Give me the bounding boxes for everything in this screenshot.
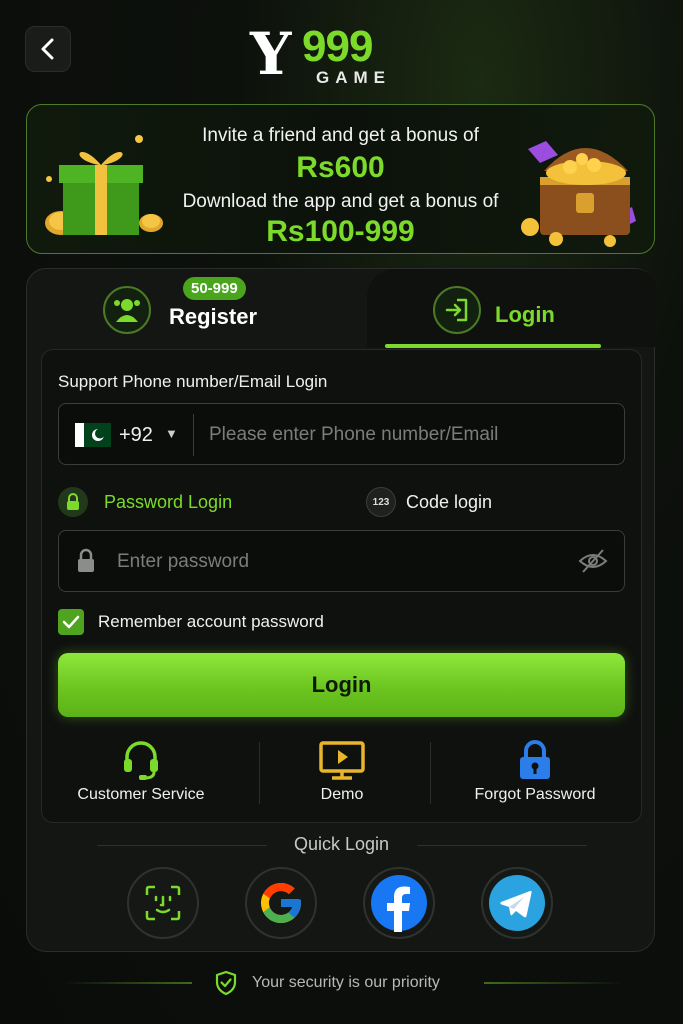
- shield-check-icon: [215, 970, 237, 996]
- lock-icon: [58, 487, 88, 517]
- register-bonus-badge: 50-999: [183, 277, 246, 300]
- logo-number: 999: [302, 22, 373, 71]
- chevron-left-icon: [41, 38, 54, 60]
- login-button[interactable]: Login: [58, 653, 625, 717]
- active-tab-indicator: [385, 344, 601, 348]
- password-input[interactable]: [117, 547, 557, 577]
- password-field: [58, 530, 625, 592]
- play-monitor-icon: [319, 741, 365, 780]
- telegram-login-button[interactable]: [481, 867, 553, 939]
- checkbox-checked[interactable]: [58, 609, 84, 635]
- facebook-icon: [371, 875, 427, 932]
- google-icon: [261, 883, 301, 923]
- lock-icon: [520, 740, 550, 779]
- google-login-button[interactable]: [245, 867, 317, 939]
- code-123-icon: 123: [366, 487, 396, 517]
- country-code[interactable]: +92: [119, 424, 153, 447]
- customer-service-button[interactable]: Customer Service: [46, 738, 236, 804]
- security-text: Your security is our priority: [252, 974, 440, 991]
- tab-login-label: Login: [495, 302, 555, 327]
- remember-label: Remember account password: [98, 612, 324, 631]
- divider: [430, 742, 431, 804]
- tab-login[interactable]: Login: [367, 269, 656, 347]
- facebook-login-button[interactable]: [363, 867, 435, 939]
- code-icon-text: 123: [372, 496, 390, 508]
- logo-y: Y: [250, 20, 291, 88]
- lock-icon: [78, 548, 94, 572]
- demo-button[interactable]: Demo: [247, 738, 437, 804]
- password-login-option[interactable]: Password Login: [58, 487, 232, 517]
- form-title: Support Phone number/Email Login: [58, 372, 328, 391]
- code-login-label: Code login: [406, 491, 493, 512]
- promo-banner[interactable]: Invite a friend and get a bonus of Rs600…: [26, 104, 655, 254]
- user-group-icon: [103, 286, 151, 334]
- tab-register-label: Register: [169, 304, 258, 329]
- telegram-icon: [489, 875, 545, 931]
- phone-email-input[interactable]: [209, 420, 609, 450]
- code-login-option[interactable]: 123 Code login: [366, 487, 492, 517]
- field-divider: [193, 414, 194, 456]
- check-icon: [62, 615, 80, 629]
- tab-register[interactable]: 50-999 Register: [27, 269, 367, 347]
- login-form: Support Phone number/Email Login +92 ▼ P…: [41, 349, 642, 823]
- customer-service-label: Customer Service: [77, 786, 205, 803]
- divider: [62, 982, 192, 984]
- auth-card: 50-999 Register Login Support Phone numb…: [26, 268, 656, 952]
- face-id-login-button[interactable]: [127, 867, 199, 939]
- logo-game: GAME: [316, 68, 391, 87]
- divider: [484, 982, 624, 984]
- phone-email-field: +92 ▼: [58, 403, 625, 465]
- security-footer: Your security is our priority: [0, 966, 683, 1000]
- forgot-password-button[interactable]: Forgot Password: [440, 738, 630, 804]
- face-id-icon: [145, 885, 181, 921]
- demo-label: Demo: [320, 786, 364, 803]
- pakistan-flag-icon[interactable]: [75, 423, 111, 447]
- divider: [417, 845, 587, 846]
- password-login-label: Password Login: [104, 491, 233, 512]
- back-button[interactable]: [25, 26, 71, 72]
- eye-off-icon[interactable]: [578, 547, 608, 575]
- remember-password-checkbox[interactable]: Remember account password: [58, 609, 324, 635]
- login-arrow-icon: [433, 286, 481, 334]
- treasure-chest-icon: [521, 141, 636, 247]
- quick-login-header: Quick Login: [27, 834, 656, 856]
- caret-down-icon[interactable]: ▼: [165, 426, 178, 441]
- app-logo: Y 999 GAME: [250, 20, 420, 90]
- forgot-password-label: Forgot Password: [474, 786, 596, 803]
- headset-icon: [124, 741, 158, 780]
